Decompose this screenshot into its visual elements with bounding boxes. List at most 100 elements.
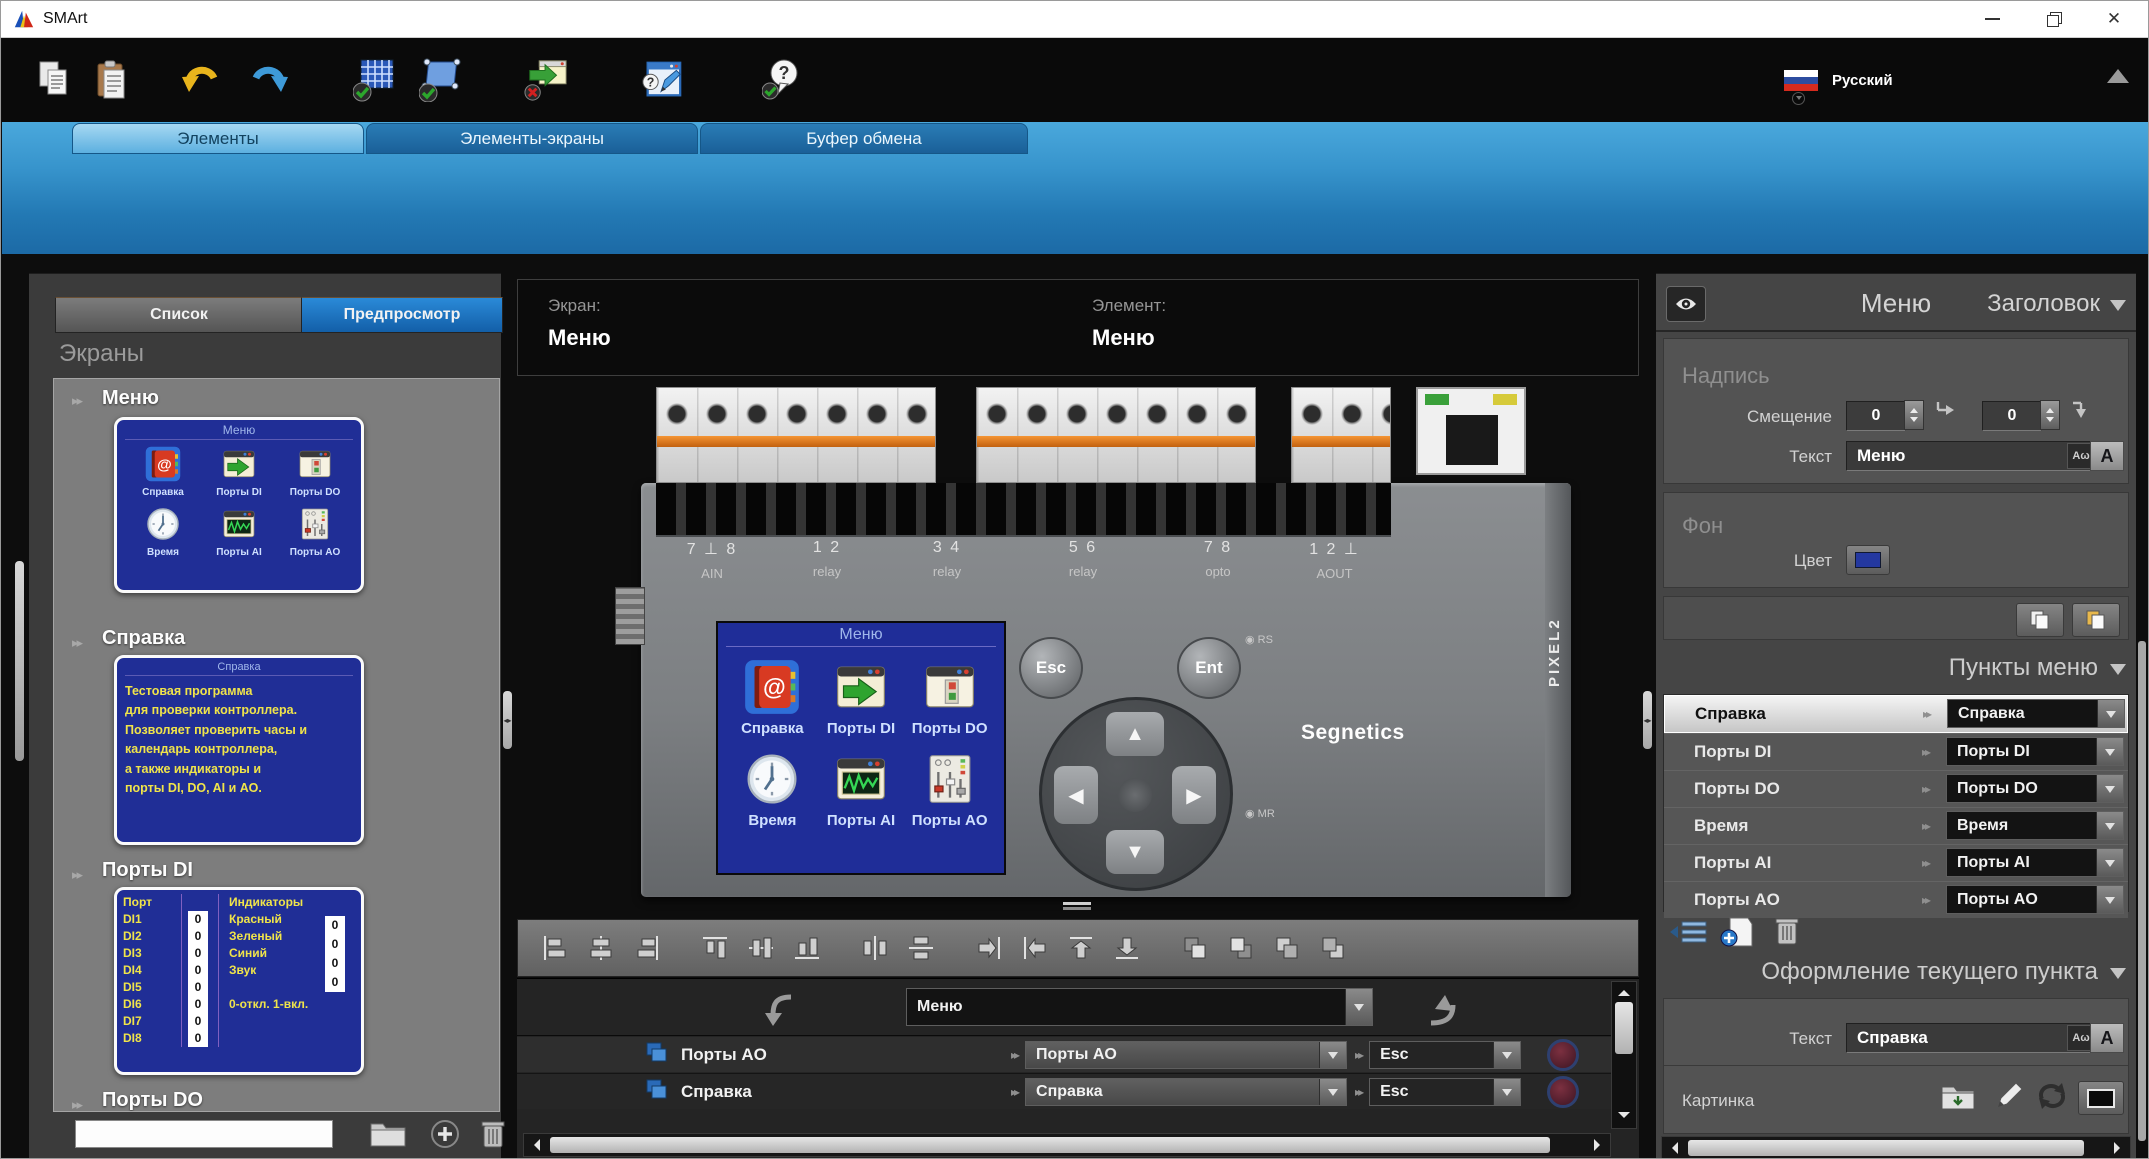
menu-item-time[interactable]: Время: [744, 751, 800, 829]
paste-icon[interactable]: [90, 56, 134, 104]
background-color-swatch[interactable]: [1846, 545, 1890, 575]
minimize-button[interactable]: [1966, 1, 2018, 37]
menu-item-screen-dropdown[interactable]: Порты DI: [1946, 737, 2124, 766]
part-selector[interactable]: Заголовок: [1987, 290, 2100, 318]
bring-to-front-icon[interactable]: [1264, 925, 1310, 971]
reorder-items-icon[interactable]: [1668, 918, 1708, 953]
enter-screen-icon[interactable]: [763, 993, 797, 1034]
tab-preview-view[interactable]: Предпросмотр: [301, 297, 503, 333]
move-right-icon[interactable]: [966, 925, 1012, 971]
send-backward-icon[interactable]: [1218, 925, 1264, 971]
align-right-icon[interactable]: [624, 925, 670, 971]
nav-vertical-scrollbar[interactable]: [1611, 981, 1637, 1129]
menu-item-screen-dropdown[interactable]: Справка: [1947, 699, 2125, 728]
delete-item-icon[interactable]: [1774, 916, 1800, 951]
key-dropdown[interactable]: Esc: [1369, 1078, 1521, 1106]
grid-snap-icon[interactable]: [352, 56, 396, 104]
visibility-button[interactable]: [1666, 286, 1706, 322]
tab-list-view[interactable]: Список: [55, 297, 303, 333]
menu-item-row-ports-ao[interactable]: Порты AO ▸▸ Порты AO: [1664, 881, 2128, 918]
image-preview-swatch[interactable]: [2078, 1081, 2124, 1115]
status-indicator[interactable]: [1547, 1039, 1579, 1071]
align-top-icon[interactable]: [692, 925, 738, 971]
export-screen-icon[interactable]: [524, 56, 568, 104]
return-icon[interactable]: [1421, 993, 1459, 1032]
target-screen-dropdown[interactable]: Порты AO: [1025, 1041, 1347, 1069]
menu-item-ports-ao[interactable]: Порты AO: [912, 751, 988, 829]
key-dropdown[interactable]: Esc: [1369, 1041, 1521, 1069]
tab-clipboard[interactable]: Буфер обмена: [700, 123, 1028, 154]
menu-item-screen-dropdown[interactable]: Порты DO: [1946, 774, 2124, 803]
screen-selector-dropdown[interactable]: Меню: [906, 988, 1373, 1026]
device-screen-menu-element[interactable]: Меню @ Справка Порты DI Порты DO Время П…: [716, 621, 1006, 875]
menu-item-row-help[interactable]: Справка ▸▸ Справка: [1664, 695, 2128, 733]
edit-help-icon[interactable]: ?: [640, 56, 684, 104]
close-button[interactable]: ✕: [2088, 1, 2140, 37]
window-edge-scrollbar[interactable]: [2138, 641, 2146, 1141]
align-center-icon[interactable]: [578, 925, 624, 971]
nav-row-ports-ao[interactable]: Порты AO ▸▸ Порты AO ▸▸ Esc: [517, 1037, 1611, 1072]
menu-item-row-ports-ai[interactable]: Порты AI ▸▸ Порты AI: [1664, 844, 2128, 881]
menu-items-collapse-icon[interactable]: [2110, 664, 2126, 683]
edit-image-icon[interactable]: [1994, 1081, 2024, 1116]
menu-item-screen-dropdown[interactable]: Порты AO: [1946, 885, 2124, 914]
offset-y-field[interactable]: 0: [1982, 401, 2042, 431]
move-left-icon[interactable]: [1012, 925, 1058, 971]
menu-item-help[interactable]: @ Справка: [741, 659, 803, 737]
bring-forward-icon[interactable]: [1172, 925, 1218, 971]
expander-icon[interactable]: ▸▸: [72, 1097, 81, 1112]
screen-item-help[interactable]: Справка: [102, 627, 185, 650]
tab-elements[interactable]: Элементы: [72, 123, 364, 154]
current-item-collapse-icon[interactable]: [2110, 968, 2126, 987]
menu-item-row-ports-do[interactable]: Порты DO ▸▸ Порты DO: [1664, 770, 2128, 807]
menu-item-row-ports-di[interactable]: Порты DI ▸▸ Порты DI: [1664, 733, 2128, 770]
move-up-icon[interactable]: [1058, 925, 1104, 971]
align-left-icon[interactable]: [532, 925, 578, 971]
collapse-toolbar-icon[interactable]: [2107, 58, 2129, 83]
screen-thumbnail-ports-di[interactable]: Порт DI1 DI2 DI3 DI4 DI5 DI6 DI7 DI8 0 0…: [114, 887, 364, 1075]
item-text-field[interactable]: Справка Aω: [1846, 1023, 2098, 1053]
expander-icon[interactable]: ▸▸: [72, 635, 81, 651]
nav-horizontal-scrollbar[interactable]: [523, 1133, 1611, 1157]
menu-item-ports-do[interactable]: Порты DO: [912, 659, 988, 737]
item-font-button[interactable]: A: [2090, 1023, 2124, 1053]
offset-x-stepper[interactable]: [1904, 400, 1924, 430]
canvas-resize-handle[interactable]: [1063, 902, 1091, 905]
offset-x-field[interactable]: 0: [1846, 401, 1906, 431]
align-middle-icon[interactable]: [738, 925, 784, 971]
align-bottom-icon[interactable]: [784, 925, 830, 971]
move-down-icon[interactable]: [1104, 925, 1150, 971]
copy-icon[interactable]: [32, 56, 76, 104]
undo-icon[interactable]: [180, 56, 224, 104]
send-to-back-icon[interactable]: [1310, 925, 1356, 971]
target-screen-dropdown[interactable]: Справка: [1025, 1078, 1347, 1106]
properties-horizontal-scrollbar[interactable]: [1661, 1136, 2131, 1159]
menu-items-list[interactable]: Справка ▸▸ Справка Порты DI ▸▸ Порты DI …: [1663, 694, 2129, 912]
refresh-image-icon[interactable]: [2036, 1081, 2068, 1116]
copy-style-button[interactable]: [2016, 603, 2064, 637]
screen-item-ports-do[interactable]: Порты DO: [102, 1089, 203, 1112]
expander-icon[interactable]: ▸▸: [72, 393, 81, 409]
menu-item-row-time[interactable]: Время ▸▸ Время: [1664, 807, 2128, 844]
screen-item-ports-di[interactable]: Порты DI: [102, 859, 193, 882]
help-icon[interactable]: ?: [760, 56, 804, 104]
menu-item-ports-ai[interactable]: Порты AI: [827, 751, 895, 829]
screen-thumbnail-help[interactable]: Справка Тестовая программа для проверки …: [114, 655, 364, 845]
redo-icon[interactable]: [246, 56, 290, 104]
left-splitter-handle[interactable]: ◂▸: [503, 691, 512, 749]
part-selector-arrow-icon[interactable]: [2110, 300, 2126, 319]
folder-icon[interactable]: [369, 1118, 407, 1153]
add-screen-icon[interactable]: [429, 1118, 461, 1155]
nav-row-help[interactable]: Справка ▸▸ Справка ▸▸ Esc: [517, 1073, 1611, 1109]
load-image-icon[interactable]: [1940, 1083, 1978, 1116]
screens-list[interactable]: ▸▸ Меню Меню @ Справка Порты DI Порты DO…: [53, 378, 500, 1112]
screen-thumbnail-menu[interactable]: Меню @ Справка Порты DI Порты DO Время П…: [114, 417, 364, 593]
delete-screen-icon[interactable]: [479, 1118, 507, 1155]
menu-item-screen-dropdown[interactable]: Порты AI: [1946, 848, 2124, 877]
status-indicator[interactable]: [1547, 1076, 1579, 1108]
right-splitter-handle[interactable]: ◂▸: [1643, 691, 1652, 749]
menu-item-ports-di[interactable]: Порты DI: [827, 659, 895, 737]
tab-element-screens[interactable]: Элементы-экраны: [366, 123, 698, 154]
left-edge-grip[interactable]: [15, 561, 24, 761]
expander-icon[interactable]: ▸▸: [72, 867, 81, 883]
